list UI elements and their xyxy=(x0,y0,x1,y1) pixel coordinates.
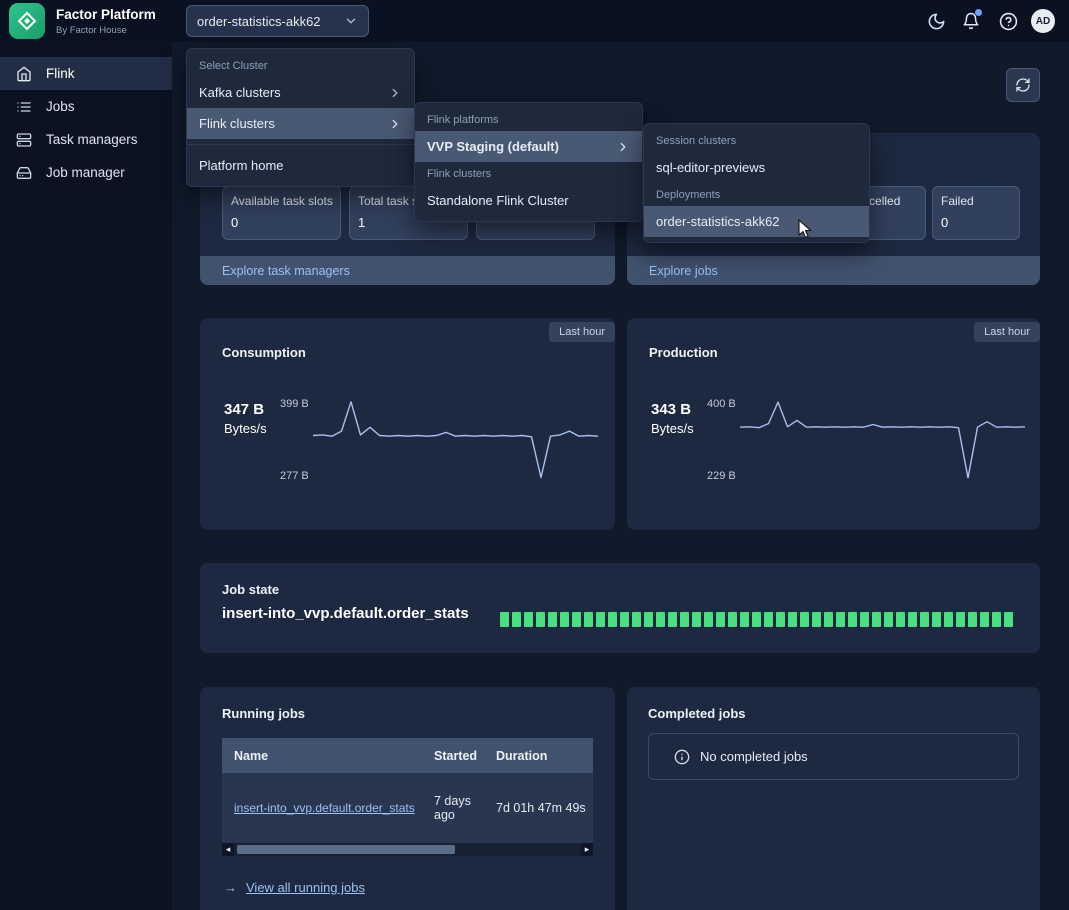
menu-header: Deployments xyxy=(644,183,869,206)
sidebar-item-job-manager[interactable]: Job manager xyxy=(0,156,172,189)
cluster-selector-label: order-statistics-akk62 xyxy=(197,14,321,29)
arrow-right-icon: → xyxy=(224,880,237,895)
menu-header: Session clusters xyxy=(644,129,869,152)
consumption-value: 347 B xyxy=(224,401,264,418)
sidebar-item-jobs[interactable]: Jobs xyxy=(0,90,172,123)
explore-task-managers-link[interactable]: Explore task managers xyxy=(200,256,615,285)
job-state-card: Job state insert-into_vvp.default.order_… xyxy=(200,563,1040,653)
job-state-job-name: insert-into_vvp.default.order_stats xyxy=(222,605,469,622)
hard-drive-icon xyxy=(16,165,32,181)
server-icon xyxy=(16,132,32,148)
chevron-right-icon xyxy=(616,140,630,154)
sidebar: Flink Jobs Task managers Job manager xyxy=(0,42,172,910)
menu-item-order-statistics-akk62[interactable]: order-statistics-akk62 xyxy=(644,206,869,237)
menu-item-standalone-flink-cluster[interactable]: Standalone Flink Cluster xyxy=(415,185,642,216)
sidebar-item-flink[interactable]: Flink xyxy=(0,57,172,90)
production-sparkline xyxy=(740,398,1025,482)
notification-dot xyxy=(975,9,982,16)
sidebar-item-task-managers[interactable]: Task managers xyxy=(0,123,172,156)
production-card: Last hour Production 343 B Bytes/s 400 B… xyxy=(627,318,1040,530)
production-unit: Bytes/s xyxy=(651,421,694,436)
info-icon xyxy=(674,749,690,765)
last-hour-badge: Last hour xyxy=(549,322,615,342)
consumption-card: Last hour Consumption 347 B Bytes/s 399 … xyxy=(200,318,615,530)
menu-item-flink-clusters[interactable]: Flink clusters xyxy=(187,108,414,139)
consumption-title: Consumption xyxy=(222,345,306,360)
chevron-right-icon xyxy=(388,86,402,100)
factor-platform-logo-icon xyxy=(9,3,45,39)
completed-jobs-title: Completed jobs xyxy=(648,706,746,721)
job-state-bar xyxy=(500,612,1013,627)
production-value: 343 B xyxy=(651,401,691,418)
scroll-left-arrow-icon[interactable]: ◂ xyxy=(222,843,234,856)
consumption-y-min: 277 B xyxy=(280,470,309,482)
menu-item-platform-home[interactable]: Platform home xyxy=(187,150,414,181)
production-y-max: 400 B xyxy=(707,398,736,410)
chevron-right-icon xyxy=(388,117,402,131)
flink-clusters-submenu: Flink platforms VVP Staging (default) Fl… xyxy=(414,102,643,222)
consumption-unit: Bytes/s xyxy=(224,421,267,436)
menu-divider xyxy=(187,144,414,145)
stat-failed-jobs: Failed 0 xyxy=(932,186,1020,240)
running-jobs-title: Running jobs xyxy=(222,706,305,721)
refresh-button[interactable] xyxy=(1006,68,1040,102)
consumption-sparkline xyxy=(313,398,598,482)
scrollbar-thumb[interactable] xyxy=(237,845,455,854)
view-all-running-jobs-link[interactable]: → View all running jobs xyxy=(224,880,365,895)
explore-jobs-link[interactable]: Explore jobs xyxy=(627,256,1040,285)
user-avatar[interactable]: AD xyxy=(1031,9,1055,33)
refresh-icon xyxy=(1015,77,1031,93)
running-jobs-card: Running jobs Name Started Duration inser… xyxy=(200,687,615,910)
no-completed-jobs-panel: No completed jobs xyxy=(648,733,1019,780)
production-title: Production xyxy=(649,345,718,360)
cluster-selector-dropdown[interactable]: order-statistics-akk62 xyxy=(186,5,369,37)
scroll-right-arrow-icon[interactable]: ▸ xyxy=(581,843,593,856)
running-job-link[interactable]: insert-into_vvp.default.order_stats xyxy=(234,801,415,815)
completed-jobs-card: Completed jobs No completed jobs xyxy=(627,687,1040,910)
job-state-title: Job state xyxy=(222,582,279,597)
table-header: Name Started Duration xyxy=(222,738,593,773)
menu-item-vvp-staging[interactable]: VVP Staging (default) xyxy=(415,131,642,162)
running-jobs-table: Name Started Duration insert-into_vvp.de… xyxy=(222,738,593,843)
production-y-min: 229 B xyxy=(707,470,736,482)
menu-header: Flink platforms xyxy=(415,108,642,131)
dark-mode-moon-icon[interactable] xyxy=(924,9,948,33)
app-title: Factor Platform xyxy=(56,7,156,22)
menu-item-kafka-clusters[interactable]: Kafka clusters xyxy=(187,77,414,108)
consumption-y-max: 399 B xyxy=(280,398,309,410)
menu-header: Flink clusters xyxy=(415,162,642,185)
horizontal-scrollbar[interactable]: ◂ ▸ xyxy=(222,843,593,856)
deployments-submenu: Session clusters sql-editor-previews Dep… xyxy=(643,123,870,243)
topbar: Factor Platform By Factor House order-st… xyxy=(0,0,1069,42)
stat-available-task-slots: Available task slots 0 xyxy=(222,186,341,240)
chevron-down-icon xyxy=(344,14,358,28)
help-icon[interactable] xyxy=(996,9,1020,33)
last-hour-badge: Last hour xyxy=(974,322,1040,342)
menu-item-sql-editor-previews[interactable]: sql-editor-previews xyxy=(644,152,869,183)
app-subtitle: By Factor House xyxy=(56,25,127,36)
home-icon xyxy=(16,66,32,82)
cluster-select-menu: Select Cluster Kafka clusters Flink clus… xyxy=(186,48,415,187)
table-row: insert-into_vvp.default.order_stats 7 da… xyxy=(222,773,593,843)
list-icon xyxy=(16,99,32,115)
menu-header: Select Cluster xyxy=(187,54,414,77)
